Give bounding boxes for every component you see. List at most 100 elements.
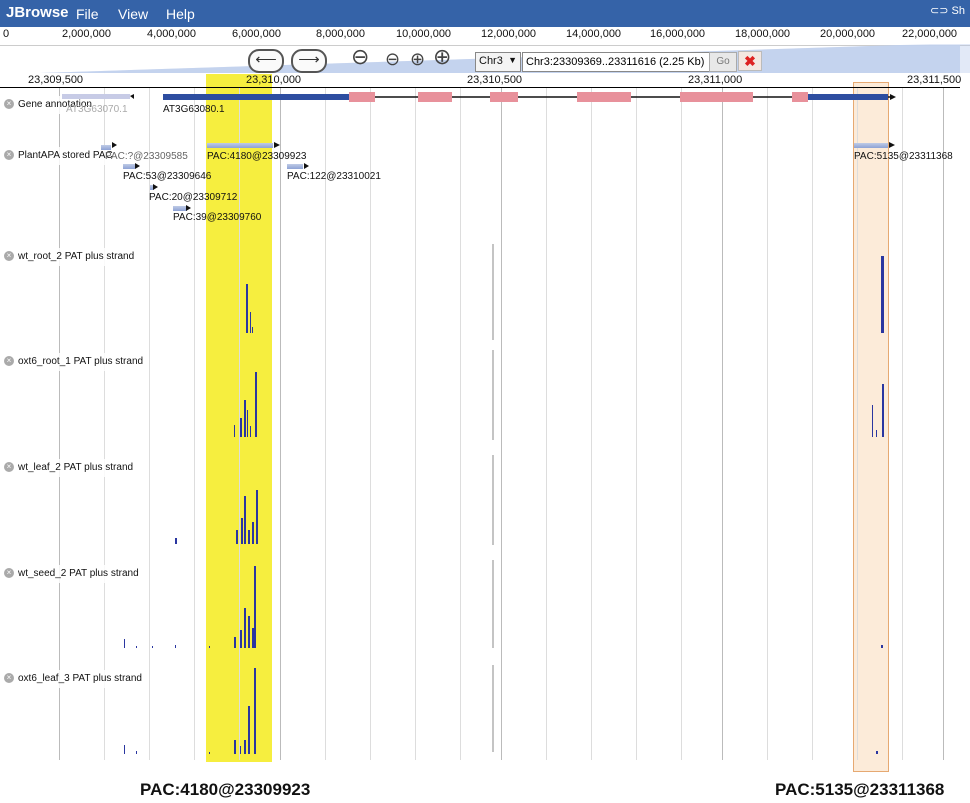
menu-help[interactable]: Help <box>166 6 195 22</box>
overview-label: 20,000,000 <box>820 28 876 40</box>
grid-line <box>280 88 281 760</box>
overview-label: 2,000,000 <box>62 28 111 40</box>
close-track-icon[interactable]: × <box>4 568 14 579</box>
ruler-label: 23,310,000 <box>246 74 302 86</box>
overview-label: 14,000,000 <box>566 28 622 40</box>
grid-line <box>722 88 723 760</box>
go-button[interactable]: Go <box>709 52 737 72</box>
grid-line <box>460 88 461 760</box>
gene-label[interactable]: AT3G63080.1 <box>163 104 225 115</box>
track-label-pac[interactable]: × PlantAPA stored PAC <box>0 147 117 165</box>
pac-feature[interactable] <box>173 206 187 211</box>
close-track-icon[interactable]: × <box>4 673 14 684</box>
ruler-label: 23,310,500 <box>467 74 523 86</box>
overview-label: 22,000,000 <box>902 28 958 40</box>
pac-label: PAC:?@23309585 <box>105 151 188 162</box>
zoom-in-small-icon: ⊕ <box>410 49 426 69</box>
pac-label: PAC:39@23309760 <box>173 212 262 223</box>
grid-line <box>415 88 416 760</box>
chevron-down-icon: ▼ <box>508 55 517 65</box>
grid-line <box>501 88 502 760</box>
zoom-out-large-button[interactable]: ⊖ <box>351 44 369 70</box>
track-label-text: oxt6_leaf_3 PAT plus strand <box>18 673 142 684</box>
pac-label: PAC:122@23310021 <box>287 171 381 182</box>
menu-view[interactable]: View <box>118 6 148 22</box>
zoom-in-small-button[interactable]: ⊕ <box>410 49 425 70</box>
grid-line <box>902 88 903 760</box>
grid-line <box>636 88 637 760</box>
grid-line <box>681 88 682 760</box>
caption-left: PAC:4180@23309923 <box>140 780 311 799</box>
close-track-icon[interactable]: × <box>4 356 14 367</box>
overview-label: 0 <box>3 28 10 40</box>
pac-feature[interactable] <box>287 164 303 169</box>
close-track-icon[interactable]: × <box>4 150 14 161</box>
close-x-icon: ✖ <box>744 53 756 69</box>
track-label-signal[interactable]: × wt_seed_2 PAT plus strand <box>0 565 143 583</box>
chromosome-select[interactable]: Chr3 ▼ <box>475 52 521 72</box>
gene-label[interactable]: AT3G63070.1 <box>66 104 128 115</box>
track-label-signal[interactable]: × wt_root_2 PAT plus strand <box>0 248 139 266</box>
pac-feature[interactable] <box>207 143 273 148</box>
overview-label: 8,000,000 <box>316 28 365 40</box>
ruler-label: 23,311,500 <box>907 74 962 86</box>
forward-button[interactable]: ⟶ <box>291 49 327 73</box>
close-track-icon[interactable]: × <box>4 251 14 262</box>
track-label-text: wt_seed_2 PAT plus strand <box>18 568 139 579</box>
grid-line <box>239 88 240 760</box>
zoom-out-small-button[interactable]: ⊖ <box>385 49 400 70</box>
track-label-signal[interactable]: × oxt6_root_1 PAT plus strand <box>0 353 148 371</box>
grid-line <box>857 88 858 760</box>
zoom-in-large-button[interactable]: ⊕ <box>433 44 451 70</box>
app-brand: JBrowse <box>6 4 69 21</box>
close-track-icon[interactable]: × <box>4 99 14 110</box>
link-icon: ⊂⊃ <box>930 5 949 17</box>
track-label-text: wt_root_2 PAT plus strand <box>18 251 135 262</box>
overview-label: 10,000,000 <box>396 28 452 40</box>
grid-line <box>370 88 371 760</box>
right-arrow-icon: ⟶ <box>298 51 320 68</box>
zoom-in-large-icon: ⊕ <box>433 44 452 69</box>
zoom-out-small-icon: ⊖ <box>385 49 401 69</box>
track-label-text: oxt6_root_1 PAT plus strand <box>18 356 144 367</box>
ruler-label: 23,311,000 <box>688 74 743 86</box>
grid-line <box>59 88 60 760</box>
track-label-signal[interactable]: × oxt6_leaf_3 PAT plus strand <box>0 670 146 688</box>
menu-file[interactable]: File <box>76 6 99 22</box>
overview-label: 4,000,000 <box>147 28 196 40</box>
track-label-text: wt_leaf_2 PAT plus strand <box>18 462 134 473</box>
ruler-label: 23,309,500 <box>28 74 84 86</box>
highlight-region-orange <box>853 82 889 772</box>
pac-label: PAC:5135@23311368 <box>854 151 953 162</box>
clear-highlight-button[interactable]: ✖ <box>738 51 762 71</box>
left-arrow-icon: ⟵ <box>255 51 277 68</box>
overview-label: 12,000,000 <box>481 28 537 40</box>
grid-line <box>591 88 592 760</box>
grid-line <box>194 88 195 760</box>
pac-feature[interactable] <box>123 164 135 169</box>
overview-label: 18,000,000 <box>735 28 791 40</box>
grid-line <box>104 88 105 760</box>
pac-label: PAC:53@23309646 <box>123 171 212 182</box>
track-label-text: PlantAPA stored PAC <box>18 150 113 161</box>
back-button[interactable]: ⟵ <box>248 49 284 73</box>
caption-right: PAC:5135@23311368 <box>775 780 945 799</box>
share-button[interactable]: ⊂⊃ Sh <box>930 4 970 22</box>
grid-line <box>767 88 768 760</box>
grid-line <box>325 88 326 760</box>
pac-feature[interactable] <box>150 185 154 190</box>
track-label-signal[interactable]: × wt_leaf_2 PAT plus strand <box>0 459 138 477</box>
pac-feature[interactable] <box>101 145 111 150</box>
overview-label: 16,000,000 <box>650 28 706 40</box>
grid-line <box>812 88 813 760</box>
zoom-out-large-icon: ⊖ <box>351 44 370 69</box>
pac-label: PAC:20@23309712 <box>149 192 238 203</box>
share-label: Sh <box>951 5 965 17</box>
grid-line <box>546 88 547 760</box>
close-track-icon[interactable]: × <box>4 462 14 473</box>
chromosome-value: Chr3 <box>479 55 503 67</box>
pac-label: PAC:4180@23309923 <box>207 151 307 162</box>
pac-feature[interactable] <box>854 143 888 148</box>
overview-label: 6,000,000 <box>232 28 281 40</box>
location-input[interactable] <box>522 52 712 72</box>
